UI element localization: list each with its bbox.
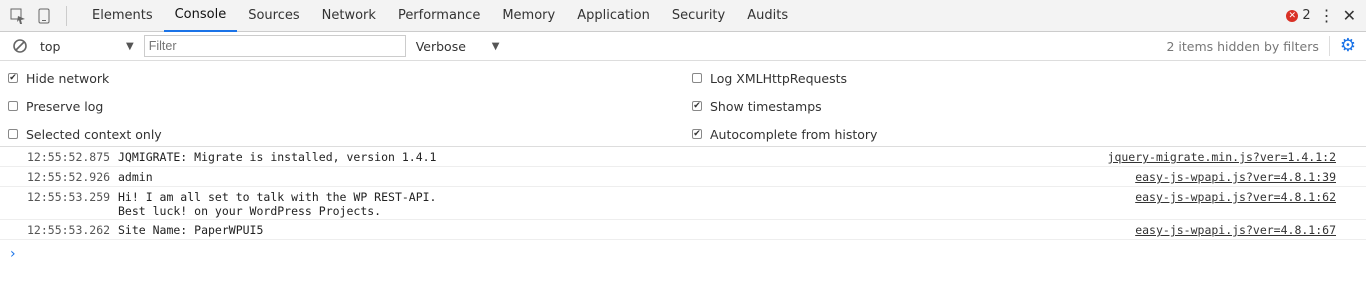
setting-log-xmlhttprequests[interactable]: Log XMLHttpRequests xyxy=(692,69,877,87)
inspect-element-icon[interactable] xyxy=(8,6,28,26)
message-text: Hi! I am all set to talk with the WP RES… xyxy=(118,190,437,218)
checkbox-preserve-log[interactable] xyxy=(8,101,18,111)
settings-right-column: Log XMLHttpRequests ✔ Show timestamps ✔ … xyxy=(692,69,877,143)
message-source-link[interactable]: easy-js-wpapi.js?ver=4.8.1:39 xyxy=(1135,170,1366,184)
tab-audits[interactable]: Audits xyxy=(736,0,799,32)
tab-sources[interactable]: Sources xyxy=(237,0,310,32)
message-source-link[interactable]: easy-js-wpapi.js?ver=4.8.1:67 xyxy=(1135,223,1366,237)
tabbar-separator xyxy=(66,5,67,26)
console-prompt[interactable]: › xyxy=(0,240,1366,268)
device-toolbar-icon[interactable] xyxy=(34,6,54,26)
setting-selected-context-only[interactable]: Selected context only xyxy=(8,125,162,143)
tab-console[interactable]: Console xyxy=(163,0,238,32)
console-message: 12:55:52.926 admin easy-js-wpapi.js?ver=… xyxy=(0,167,1366,187)
tab-memory[interactable]: Memory xyxy=(491,0,566,32)
message-text: admin xyxy=(118,170,153,184)
checkbox-hide-network[interactable]: ✔ xyxy=(8,73,18,83)
context-select[interactable]: top ▼ xyxy=(40,39,134,54)
context-value: top xyxy=(40,38,61,54)
console-prompt-icon: › xyxy=(10,246,16,262)
filter-input-wrapper xyxy=(143,35,406,57)
checkbox-selected-context-only[interactable] xyxy=(8,129,18,139)
tab-application[interactable]: Application xyxy=(566,0,661,32)
clear-console-icon[interactable] xyxy=(10,36,30,56)
label-autocomplete-from-history: Autocomplete from history xyxy=(710,126,878,142)
message-source-link[interactable]: jquery-migrate.min.js?ver=1.4.1:2 xyxy=(1108,150,1366,164)
close-icon[interactable]: ✕ xyxy=(1343,7,1356,24)
tabs: Elements Console Sources Network Perform… xyxy=(81,0,799,32)
setting-preserve-log[interactable]: Preserve log xyxy=(8,97,162,115)
tab-elements[interactable]: Elements xyxy=(81,0,164,32)
label-preserve-log: Preserve log xyxy=(26,98,104,114)
tabbar-right-tools: ✕ 2 ⋮ ✕ xyxy=(1286,7,1366,24)
chevron-down-icon: ▼ xyxy=(491,40,500,52)
checkbox-log-xmlhttprequests[interactable] xyxy=(692,73,702,83)
log-level-value: Verbose xyxy=(415,38,466,54)
label-show-timestamps: Show timestamps xyxy=(710,98,822,114)
tabbar-left-tools xyxy=(0,5,81,26)
console-toolbar-left: top ▼ Verbose ▼ xyxy=(0,35,499,57)
message-timestamp: 12:55:52.875 xyxy=(27,150,111,164)
label-selected-context-only: Selected context only xyxy=(26,126,162,142)
console-message: 12:55:52.875 JQMIGRATE: Migrate is insta… xyxy=(0,147,1366,167)
hidden-items-text: 2 items hidden by filters xyxy=(1166,38,1319,54)
label-hide-network: Hide network xyxy=(26,70,110,86)
console-toolbar: top ▼ Verbose ▼ 2 items hidden by filter… xyxy=(0,32,1366,61)
settings-left-column: ✔ Hide network Preserve log Selected con… xyxy=(8,69,162,143)
setting-hide-network[interactable]: ✔ Hide network xyxy=(8,69,162,87)
tab-security[interactable]: Security xyxy=(661,0,736,32)
filter-input[interactable] xyxy=(148,39,401,53)
kebab-menu-icon[interactable]: ⋮ xyxy=(1319,7,1335,24)
error-indicator[interactable]: ✕ 2 xyxy=(1286,8,1311,23)
checkbox-show-timestamps[interactable]: ✔ xyxy=(692,101,702,111)
message-source-link[interactable]: easy-js-wpapi.js?ver=4.8.1:62 xyxy=(1135,190,1366,204)
setting-show-timestamps[interactable]: ✔ Show timestamps xyxy=(692,97,877,115)
label-log-xmlhttprequests: Log XMLHttpRequests xyxy=(710,70,848,86)
error-icon: ✕ xyxy=(1286,9,1299,22)
devtools-tabbar: Elements Console Sources Network Perform… xyxy=(0,0,1366,32)
message-timestamp: 12:55:52.926 xyxy=(27,170,111,184)
checkbox-autocomplete-from-history[interactable]: ✔ xyxy=(692,129,702,139)
tab-performance[interactable]: Performance xyxy=(387,0,491,32)
gear-icon[interactable]: ⚙ xyxy=(1340,37,1356,55)
log-level-select[interactable]: Verbose ▼ xyxy=(416,39,500,54)
message-timestamp: 12:55:53.259 xyxy=(27,190,111,204)
setting-autocomplete-from-history[interactable]: ✔ Autocomplete from history xyxy=(692,125,877,143)
filter-status: 2 items hidden by filters ⚙ xyxy=(1166,36,1366,56)
message-text: JQMIGRATE: Migrate is installed, version… xyxy=(118,150,437,164)
console-settings: ✔ Hide network Preserve log Selected con… xyxy=(0,61,1366,147)
message-timestamp: 12:55:53.262 xyxy=(27,223,111,237)
console-log: 12:55:52.875 JQMIGRATE: Migrate is insta… xyxy=(0,147,1366,240)
tab-network[interactable]: Network xyxy=(311,0,387,32)
message-text: Site Name: PaperWPUI5 xyxy=(118,223,264,237)
console-message: 12:55:53.259 Hi! I am all set to talk wi… xyxy=(0,187,1366,220)
chevron-down-icon: ▼ xyxy=(126,40,134,52)
toolbar-separator xyxy=(1328,36,1330,56)
error-count: 2 xyxy=(1302,8,1311,23)
console-message: 12:55:53.262 Site Name: PaperWPUI5 easy-… xyxy=(0,220,1366,240)
